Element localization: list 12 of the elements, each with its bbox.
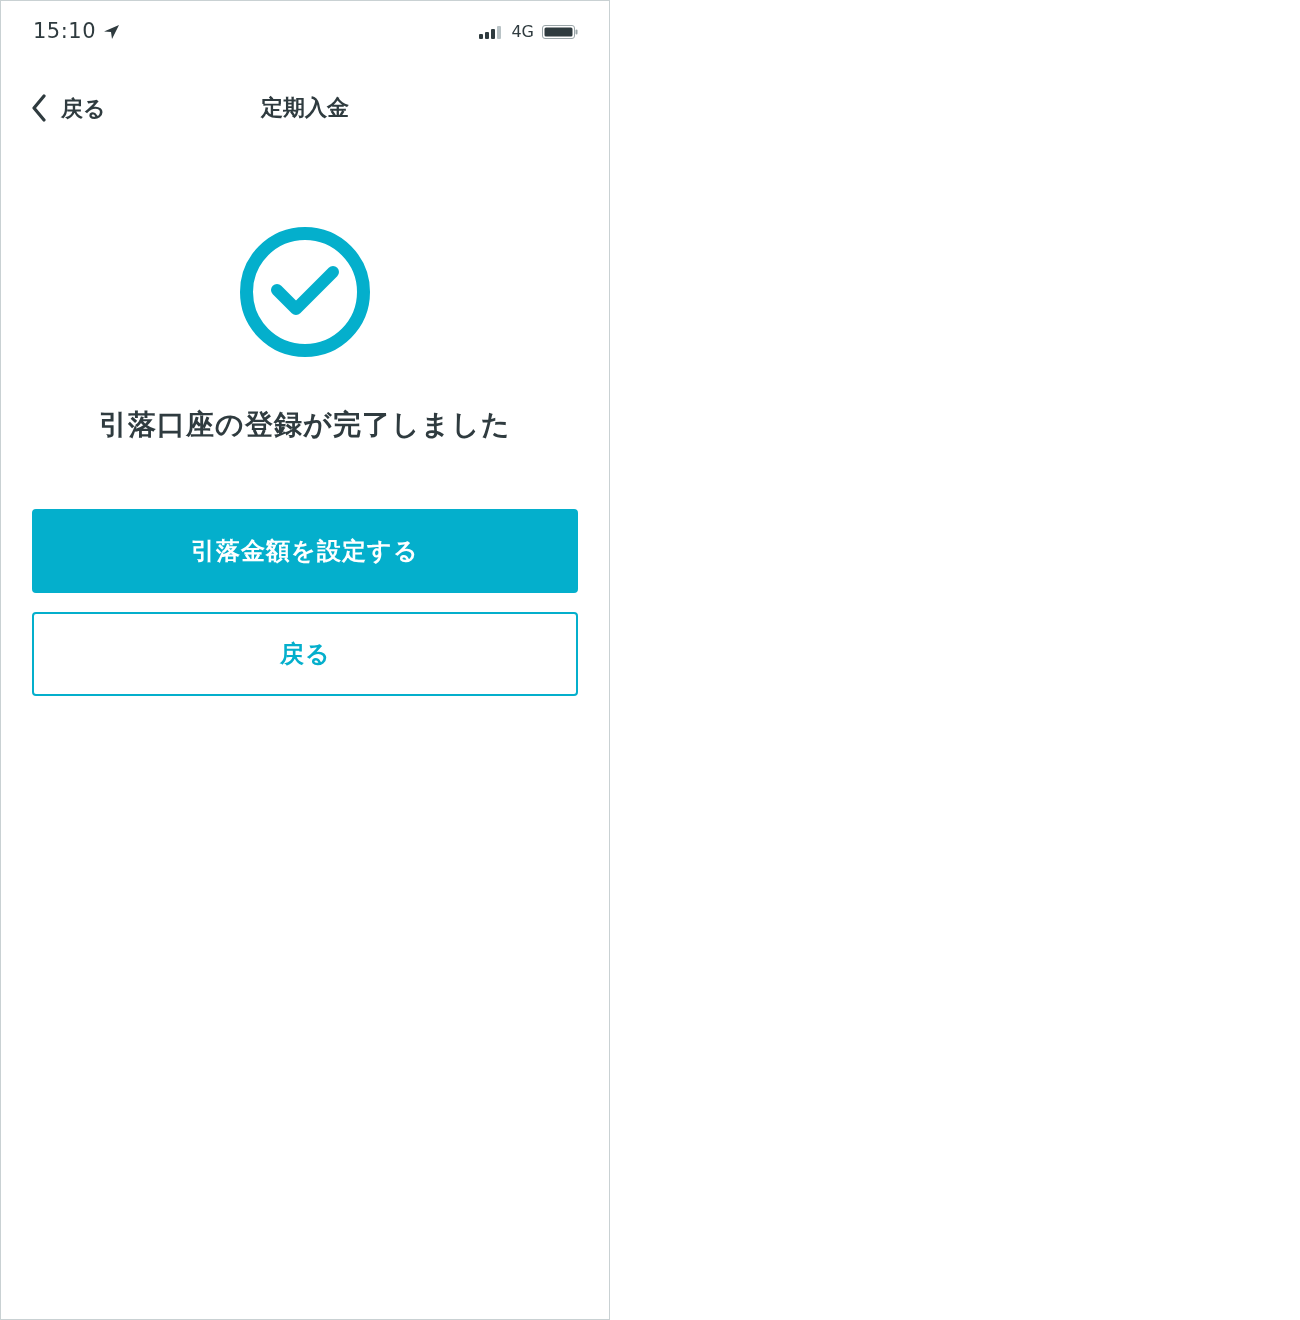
- signal-icon: [479, 25, 504, 39]
- back-button[interactable]: 戻る: [31, 91, 106, 125]
- back-chevron-icon[interactable]: [31, 94, 47, 122]
- set-amount-button[interactable]: 引落金額を設定する: [32, 509, 578, 593]
- network-label: 4G: [511, 21, 534, 43]
- screen-title: 定期入金: [261, 94, 349, 122]
- back-button[interactable]: 戻る: [32, 612, 578, 696]
- completion-message: 引落口座の登録が完了しました: [98, 407, 512, 443]
- success-check-icon: [240, 227, 370, 357]
- battery-icon: [542, 25, 578, 39]
- status-time: 15:10: [33, 18, 97, 46]
- location-arrow-icon: [104, 25, 120, 39]
